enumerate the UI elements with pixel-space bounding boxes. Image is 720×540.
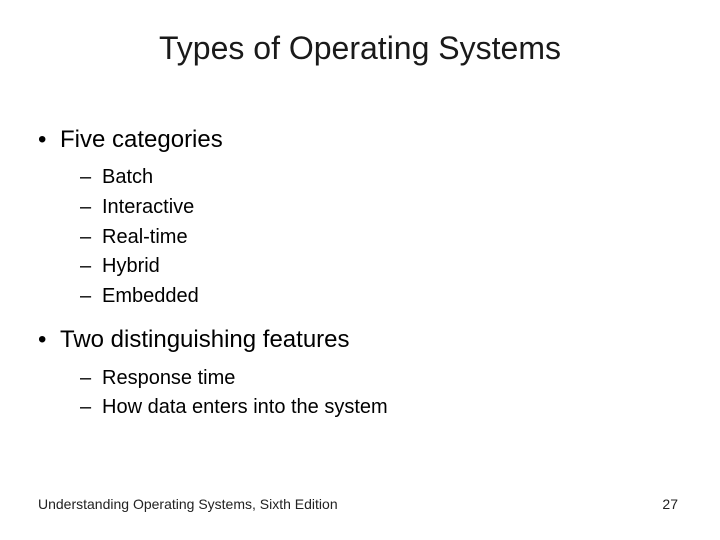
sub-item-text: Real-time [102,226,188,248]
dash-icon: – [80,253,102,281]
sub-list-categories: –Batch –Interactive –Real-time –Hybrid –… [80,164,670,310]
bullet-dot-icon: • [38,324,60,356]
slide-content: •Five categories –Batch –Interactive –Re… [38,118,670,436]
dash-icon: – [80,194,102,222]
sub-item-text: Embedded [102,285,199,307]
list-item: –Interactive [80,194,670,222]
dash-icon: – [80,164,102,192]
dash-icon: – [80,224,102,252]
list-item: –Batch [80,164,670,192]
sub-list-features: –Response time –How data enters into the… [80,365,670,422]
bullet-dot-icon: • [38,124,60,156]
slide-title: Types of Operating Systems [0,30,720,67]
dash-icon: – [80,394,102,422]
list-item: –Real-time [80,224,670,252]
page-number: 27 [662,496,678,512]
list-item: –Hybrid [80,253,670,281]
sub-item-text: Response time [102,367,235,389]
bullet-text: Five categories [60,126,223,153]
bullet-categories: •Five categories [38,124,670,156]
sub-item-text: Interactive [102,196,194,218]
sub-item-text: Batch [102,166,153,188]
bullet-features: •Two distinguishing features [38,324,670,356]
slide: Types of Operating Systems •Five categor… [0,0,720,540]
sub-item-text: Hybrid [102,255,160,277]
list-item: –Embedded [80,283,670,311]
dash-icon: – [80,283,102,311]
list-item: –Response time [80,365,670,393]
footer-book-title: Understanding Operating Systems, Sixth E… [38,496,338,512]
bullet-text: Two distinguishing features [60,326,350,353]
dash-icon: – [80,365,102,393]
list-item: –How data enters into the system [80,394,670,422]
sub-item-text: How data enters into the system [102,396,388,418]
